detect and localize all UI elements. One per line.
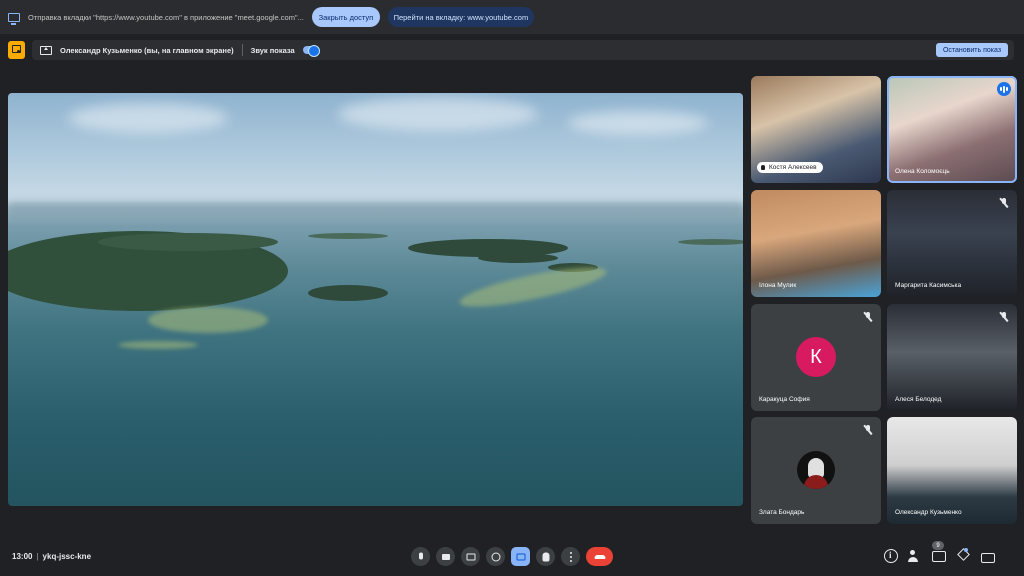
meeting-controls-bar: 13:00 | ykq-jssc-kne [0,540,1024,576]
info-icon[interactable] [884,549,898,563]
raise-hand-button[interactable] [536,547,555,566]
participant-tile[interactable]: Маргарита Касимська [887,190,1017,297]
shared-screen-video [8,93,743,506]
meeting-code: ykq-jssc-kne [42,552,92,561]
avatar: К [796,337,836,377]
current-time: 13:00 [12,552,33,561]
present-button[interactable] [511,547,530,566]
camera-icon [441,553,450,560]
end-call-icon [594,554,605,559]
leave-call-button[interactable] [586,547,613,566]
sharing-message: Отправка вкладки "https://www.youtube.co… [28,12,304,22]
meeting-details: 13:00 | ykq-jssc-kne [12,552,91,561]
chat-icon[interactable] [932,550,946,562]
side-panel-controls [884,549,995,563]
go-to-tab-button[interactable]: Перейти на вкладку: www.youtube.com [387,7,534,27]
tab-sharing-bar: Отправка вкладки "https://www.youtube.co… [0,0,1024,34]
participant-tile[interactable]: Олена Коломоєць [887,76,1017,183]
participant-name: Олександр Кузьменко [895,509,962,516]
meet-logo-icon [8,41,25,59]
muted-mic-icon [999,312,1009,322]
participant-tile[interactable]: Алеся Белодед [887,304,1017,411]
participant-tile[interactable]: Ілона Мулик [751,190,881,297]
participant-tile[interactable]: Злата Бондарь [751,417,881,524]
present-icon [516,553,525,560]
stop-sharing-tab-button[interactable]: Закрыть доступ [311,7,380,27]
share-audio-toggle[interactable] [302,45,320,57]
present-screen-icon [40,45,52,55]
participant-name: Костя Алексеев [757,162,823,173]
participant-name: Ілона Мулик [759,282,797,289]
participant-tile[interactable]: Олександр Кузьменко [887,417,1017,524]
camera-button[interactable] [436,547,455,566]
call-controls [411,547,613,566]
reactions-button[interactable] [486,547,505,566]
activities-icon[interactable] [956,549,970,563]
speaking-indicator-icon [997,82,1011,96]
participant-count-badge: 9 [932,541,944,550]
tab-share-icon [8,12,20,25]
divider: | [36,552,39,561]
avatar [797,451,835,489]
participant-name: Олена Коломоєць [895,168,950,175]
participant-name: Каракуца София [759,396,810,403]
captions-button[interactable] [461,547,480,566]
participant-tile[interactable]: Костя Алексеев [751,76,881,183]
participant-name: Злата Бондарь [759,509,805,516]
host-controls-icon[interactable] [980,549,995,563]
presenting-bar: Олександр Кузьменко (вы, на главном экра… [32,40,1014,60]
share-audio-label: Звук показа [250,45,295,55]
presenter-label: Олександр Кузьменко (вы, на главном экра… [60,45,234,55]
participant-name: Алеся Белодед [895,396,942,403]
muted-mic-icon [999,198,1009,208]
people-icon[interactable] [908,549,922,563]
more-options-button[interactable] [561,547,580,566]
stop-presenting-button[interactable]: Остановить показ [936,43,1008,57]
more-options-icon [569,555,572,558]
chat-notification-dot [964,548,968,552]
muted-mic-icon [863,425,873,435]
raise-hand-icon [542,552,549,561]
participant-name: Маргарита Касимська [895,282,962,289]
participant-tile[interactable]: К Каракуца София [751,304,881,411]
captions-icon [466,553,475,560]
divider [241,44,243,56]
mic-icon [418,552,423,559]
emoji-icon [491,552,500,561]
mic-button[interactable] [411,547,430,566]
muted-mic-icon [863,312,873,322]
